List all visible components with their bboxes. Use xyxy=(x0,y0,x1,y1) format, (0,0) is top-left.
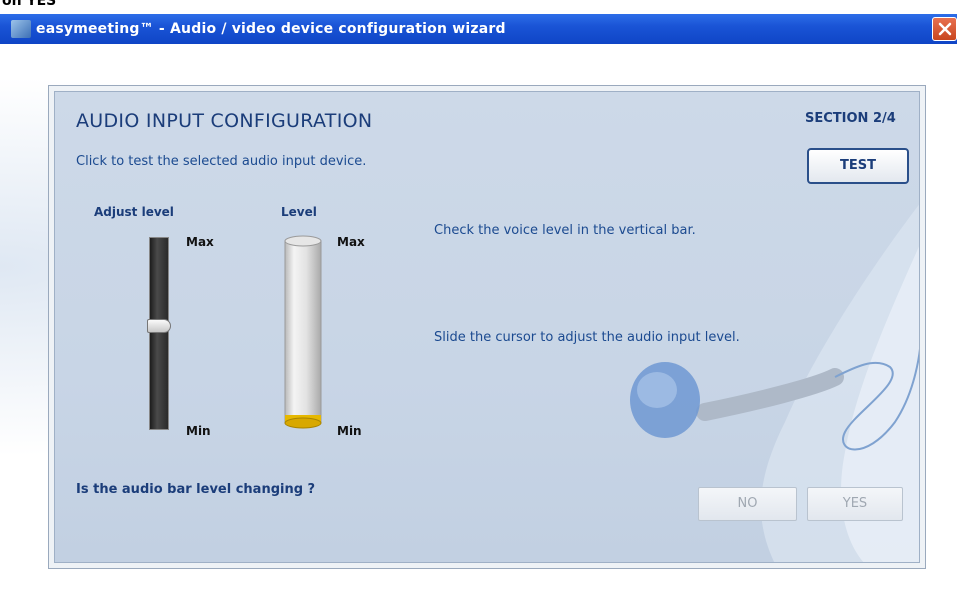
no-button[interactable]: NO xyxy=(698,487,797,521)
app-icon[interactable] xyxy=(11,20,31,38)
level-min-label: Min xyxy=(337,424,362,438)
yes-button[interactable]: YES xyxy=(807,487,903,521)
test-instruction: Click to test the selected audio input d… xyxy=(76,154,367,169)
level-question: Is the audio bar level changing ? xyxy=(76,482,316,497)
level-hint: Check the voice level in the vertical ba… xyxy=(434,223,696,238)
slider-max-label: Max xyxy=(186,235,214,249)
level-max-label: Max xyxy=(337,235,365,249)
page-title: AUDIO INPUT CONFIGURATION xyxy=(76,110,373,132)
level-label: Level xyxy=(281,205,317,219)
input-level-slider-thumb[interactable] xyxy=(147,319,171,333)
close-icon xyxy=(938,22,952,36)
audio-level-meter xyxy=(284,235,322,429)
top-fragment-text: on YES xyxy=(2,0,57,9)
adjust-level-label: Adjust level xyxy=(94,205,174,219)
close-button[interactable] xyxy=(932,17,957,41)
slider-min-label: Min xyxy=(186,424,211,438)
top-strip: on YES xyxy=(0,0,957,14)
input-level-slider-track[interactable] xyxy=(149,237,169,430)
window-title-bar[interactable]: easymeeting™ - Audio / video device conf… xyxy=(0,14,957,44)
window-title: easymeeting™ - Audio / video device conf… xyxy=(36,21,506,37)
section-indicator: SECTION 2/4 xyxy=(805,111,896,126)
test-button[interactable]: TEST xyxy=(807,148,909,184)
slider-hint: Slide the cursor to adjust the audio inp… xyxy=(434,330,740,345)
wizard-panel: AUDIO INPUT CONFIGURATION SECTION 2/4 Cl… xyxy=(54,91,920,563)
